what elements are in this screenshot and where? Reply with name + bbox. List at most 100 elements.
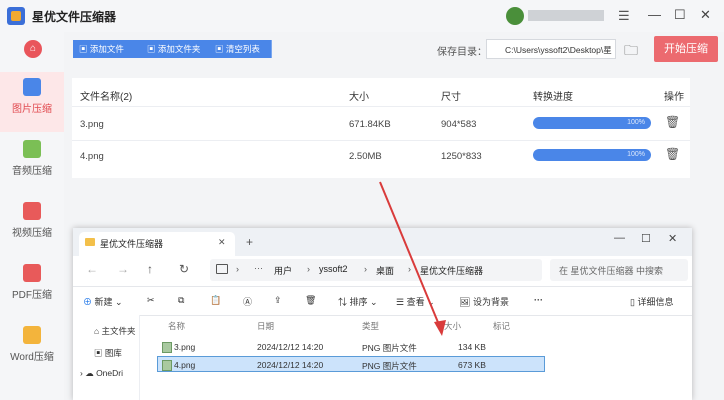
explorer-maximize-button[interactable]: ☐ [641, 232, 651, 245]
clear-list-icon: ▣ [215, 44, 226, 54]
breadcrumb-separator: › [364, 264, 367, 274]
breadcrumb-item-desktop[interactable]: 桌面 [376, 264, 394, 277]
folder-icon[interactable]: 🗀 [624, 40, 638, 64]
delete-icon[interactable]: 🗑 [665, 147, 680, 161]
delete-icon[interactable]: 🗑 [305, 295, 316, 306]
image-icon [23, 78, 41, 96]
clear-list-label: 清空列表 [225, 44, 260, 54]
new-tab-button[interactable]: + [246, 235, 253, 249]
add-file-label: 添加文件 [89, 44, 124, 54]
add-folder-icon: ▣ [147, 44, 158, 54]
save-dir-field[interactable]: C:\Users\yssoft2\Desktop\星 [486, 39, 616, 59]
set-background-label: 设为背景 [472, 297, 509, 307]
app-logo-icon [7, 7, 25, 25]
sidebar-item-label: Word压缩 [10, 352, 54, 363]
file-name: 4.png [80, 151, 104, 162]
pdf-icon [23, 264, 41, 282]
sidebar-item-video-compress[interactable]: 视频压缩 [0, 196, 64, 256]
details-label: 详细信息 [637, 297, 674, 307]
clear-list-button[interactable]: ▣ 清空列表 [209, 40, 272, 58]
file-size: 673 KB [458, 360, 486, 370]
breadcrumb-separator: › [408, 264, 411, 274]
maximize-button[interactable]: ☐ [674, 7, 686, 23]
copy-icon[interactable]: ⧉ [178, 295, 184, 306]
breadcrumb-separator: › [236, 264, 239, 274]
explorer-command-bar [73, 287, 692, 316]
progress-bar: 100% [533, 149, 651, 161]
back-icon[interactable]: ← [86, 262, 98, 276]
view-label: 查看 [406, 297, 425, 307]
paste-icon[interactable]: 📋 [210, 295, 221, 306]
details-button[interactable]: ▯ 详细信息 [630, 295, 673, 308]
column-header-actions: 操作 [664, 92, 684, 103]
computer-icon [216, 264, 228, 274]
refresh-icon[interactable]: ↻ [179, 262, 189, 276]
new-button[interactable]: ⊕ 新建 ⌄ [83, 295, 123, 308]
sidebar-item-word-compress[interactable]: Word压缩 [0, 320, 64, 380]
file-name: 3.png [174, 342, 196, 352]
set-background-button[interactable]: 🖼 设为背景 [459, 295, 509, 308]
add-file-icon: ▣ [79, 44, 90, 54]
more-options-icon[interactable]: ··· [534, 295, 543, 305]
file-row[interactable] [157, 339, 545, 355]
file-date: 2024/12/12 14:20 [257, 360, 324, 370]
sidebar-item-pdf-compress[interactable]: PDF压缩 [0, 258, 64, 318]
save-dir-label: 保存目录： [437, 47, 487, 58]
tab-close-icon[interactable]: ✕ [218, 237, 226, 248]
video-icon [23, 202, 41, 220]
explorer-close-button[interactable]: ✕ [668, 232, 677, 245]
png-file-icon [162, 342, 172, 353]
nav-item-home[interactable]: ⌂ 主文件夹 [94, 325, 136, 337]
breadcrumb-item-folder[interactable]: 星优文件压缩器 [420, 264, 483, 277]
nav-item-gallery[interactable]: ▣ 图库 [94, 347, 122, 359]
add-file-button[interactable]: ▣ 添加文件 [73, 40, 148, 58]
up-icon[interactable]: ↑ [147, 262, 153, 276]
rename-icon[interactable]: Ⓐ [243, 295, 252, 308]
new-label: 新建 [94, 297, 113, 307]
column-header-date[interactable]: 日期 [257, 320, 274, 332]
close-button[interactable]: ✕ [700, 7, 711, 23]
share-icon[interactable]: ⇪ [274, 295, 282, 306]
sidebar-item-label: 图片压缩 [12, 104, 52, 115]
menu-icon[interactable]: ☰ [618, 8, 630, 24]
sidebar-item-image-compress[interactable]: 图片压缩 [0, 72, 64, 132]
plus-icon: ⊕ [83, 297, 93, 307]
file-name: 3.png [80, 119, 104, 130]
breadcrumb-item-users[interactable]: 用户 [274, 264, 292, 277]
audio-icon [23, 140, 41, 158]
column-header-size: 大小 [349, 92, 369, 103]
sidebar-item-label: PDF压缩 [12, 290, 52, 301]
breadcrumb-item-yssoft2[interactable]: yssoft2 [319, 264, 348, 274]
file-type: PNG 图片文件 [362, 343, 417, 353]
sidebar-item-label: 音频压缩 [12, 166, 52, 177]
breadcrumb-overflow[interactable]: ··· [254, 263, 263, 273]
view-button[interactable]: ☰ 查看 ⌄ [396, 295, 435, 308]
explorer-minimize-button[interactable]: — [614, 232, 625, 244]
column-header-size[interactable]: 大小 [444, 320, 461, 332]
forward-icon[interactable]: → [117, 262, 129, 276]
column-header-tags[interactable]: 标记 [493, 320, 510, 332]
folder-icon [85, 238, 95, 246]
column-header-type[interactable]: 类型 [362, 320, 379, 332]
file-size: 2.50MB [349, 151, 382, 162]
home-icon[interactable]: ⌂ [24, 40, 42, 58]
column-header-name[interactable]: 名称 [168, 320, 185, 332]
sidebar-item-label: 视频压缩 [12, 228, 52, 239]
progress-bar: 100% [533, 117, 651, 129]
column-header-progress: 转换进度 [533, 92, 573, 103]
add-folder-button[interactable]: ▣ 添加文件夹 [141, 40, 216, 58]
start-compress-button[interactable]: 开始压缩 [654, 36, 718, 62]
nav-item-onedrive[interactable]: › ☁ OneDri [80, 368, 123, 379]
delete-icon[interactable]: 🗑 [665, 115, 680, 129]
search-placeholder: 在 星优文件压缩器 中搜索 [559, 266, 664, 276]
minimize-button[interactable]: — [648, 7, 661, 22]
file-type: PNG 图片文件 [362, 361, 417, 371]
word-icon [23, 326, 41, 344]
nav-item-label: OneDri [96, 368, 123, 378]
avatar[interactable] [506, 7, 524, 25]
username-blurred [528, 10, 604, 21]
sidebar-item-audio-compress[interactable]: 音频压缩 [0, 134, 64, 194]
cut-icon[interactable]: ✂ [147, 295, 155, 306]
file-row-selected[interactable] [157, 356, 545, 372]
sort-button[interactable]: ⇅ 排序 ⌄ [338, 295, 378, 308]
